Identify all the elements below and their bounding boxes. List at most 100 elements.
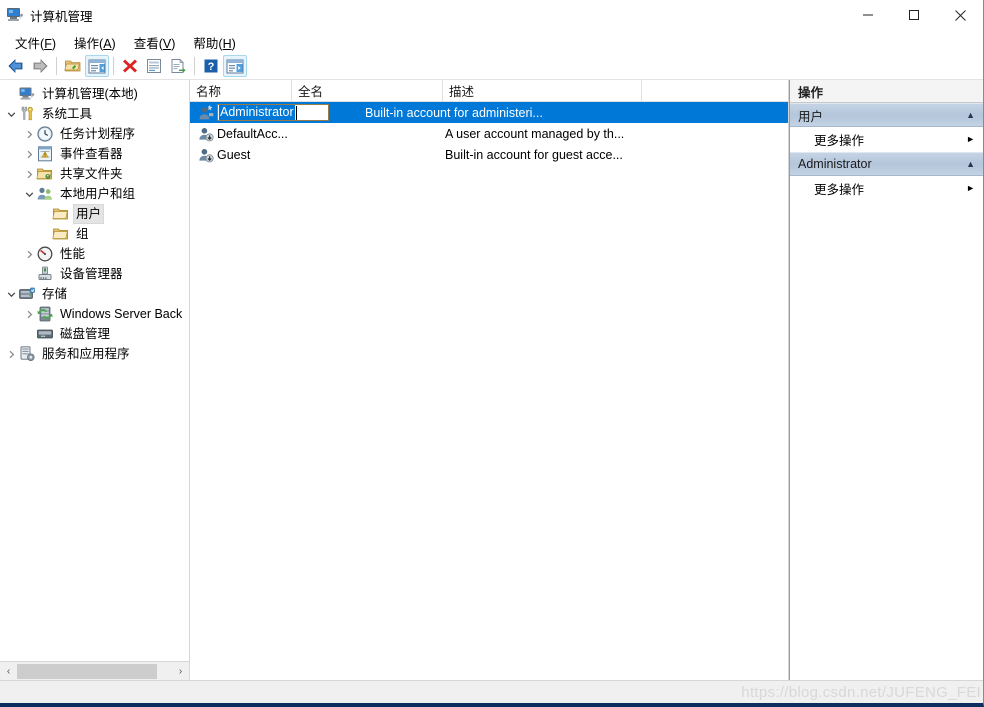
toolbar: ? [0,53,983,80]
performance-icon [36,245,54,263]
scrollbar-track[interactable] [17,663,172,680]
properties-button[interactable] [142,55,166,77]
tree-item-performance[interactable]: 性能 [0,244,189,264]
column-header-blank[interactable] [642,80,788,101]
chevron-right-icon[interactable] [22,244,36,264]
scroll-right-arrow-icon[interactable]: › [172,663,189,680]
menu-help-label: 帮助 [193,37,218,51]
tree-item-label: 任务计划程序 [57,125,138,143]
tree-item-users[interactable]: 用户 [0,204,189,224]
tree-item-disk-management[interactable]: 磁盘管理 [0,324,189,344]
task-scheduler-icon [36,125,54,143]
tree-item-windows-server-backup[interactable]: Windows Server Back [0,304,189,324]
caption-buttons [845,0,983,30]
menu-help[interactable]: 帮助(H) [184,31,244,54]
storage-icon [18,285,36,303]
tree-item-label: 服务和应用程序 [39,345,133,363]
title-bar: 计算机管理 [0,0,983,31]
actions-pane: 操作 用户 ▲ 更多操作 ► Administrator ▲ 更多操作 ► [789,80,983,680]
local-users-groups-icon [36,185,54,203]
actions-section-header-administrator[interactable]: Administrator ▲ [790,152,983,176]
submenu-arrow-icon: ► [966,134,975,144]
folder-icon [52,205,70,223]
table-row[interactable]: Administrator Built-in account for admin… [190,102,788,123]
tree-item-groups[interactable]: 组 [0,224,189,244]
tree-item-services-and-applications[interactable]: 服务和应用程序 [0,344,189,364]
toolbar-separator [113,57,114,75]
scroll-left-arrow-icon[interactable]: ‹ [0,663,17,680]
scrollbar-thumb[interactable] [17,664,157,679]
computer-icon [18,85,36,103]
tree-horizontal-scrollbar[interactable]: ‹ › [0,661,189,680]
shared-folders-icon [36,165,54,183]
forward-button[interactable] [28,55,52,77]
column-header-description[interactable]: 描述 [443,80,642,101]
cell-description[interactable]: Built-in account for administeri... [365,106,543,120]
column-header-fullname[interactable]: 全名 [292,80,443,101]
cell-name[interactable]: Administrator [190,104,329,121]
minimize-button[interactable] [845,0,891,30]
table-row[interactable]: DefaultAcc... A user account managed by … [190,123,788,144]
delete-button[interactable] [118,55,142,77]
tree-item-label: 共享文件夹 [57,165,126,183]
list-column-headers: 名称 全名 描述 [190,80,788,102]
action-item-label: 更多操作 [814,179,966,198]
export-list-button[interactable] [166,55,190,77]
menu-view[interactable]: 查看(V) [125,31,185,54]
tree-item-label: 存储 [39,285,70,303]
tree-item-label: 本地用户和组 [57,185,138,203]
tree-item-label: 事件查看器 [57,145,126,163]
column-header-name[interactable]: 名称 [190,80,292,101]
back-button[interactable] [4,55,28,77]
console-tree: 计算机管理(本地) 系统工具 [0,80,189,661]
chevron-down-icon[interactable] [22,184,36,204]
close-button[interactable] [937,0,983,30]
action-item-more-actions-administrator[interactable]: 更多操作 ► [790,176,983,201]
chevron-right-icon[interactable] [22,144,36,164]
tree-item-event-viewer[interactable]: 事件查看器 [0,144,189,164]
collapse-chevron-icon[interactable]: ▲ [966,110,975,120]
menu-action-accel: A [103,37,111,51]
collapse-chevron-icon[interactable]: ▲ [966,159,975,169]
cell-name[interactable]: Guest [190,147,345,163]
tree-item-label: 磁盘管理 [57,325,113,343]
chevron-right-icon[interactable] [22,304,36,324]
actions-section-label: 用户 [798,106,966,125]
show-hide-tree-button[interactable] [85,55,109,77]
chevron-right-icon[interactable] [22,164,36,184]
rename-input[interactable]: Administrator [217,104,329,121]
show-action-pane-button[interactable] [223,55,247,77]
actions-section-header-users[interactable]: 用户 ▲ [790,103,983,127]
tree-item-computer-management[interactable]: 计算机管理(本地) [0,84,189,104]
menu-file-accel: F [44,37,52,51]
tree-item-label: 计算机管理(本地) [39,85,141,103]
cell-name[interactable]: DefaultAcc... [190,126,345,142]
menu-file-label: 文件 [15,37,40,51]
table-row[interactable]: Guest Built-in account for guest acce... [190,144,788,165]
tree-item-task-scheduler[interactable]: 任务计划程序 [0,124,189,144]
tree-item-shared-folders[interactable]: 共享文件夹 [0,164,189,184]
chevron-down-icon[interactable] [4,104,18,124]
tree-item-local-users-and-groups[interactable]: 本地用户和组 [0,184,189,204]
tree-item-label: 性能 [57,245,88,263]
action-item-more-actions-users[interactable]: 更多操作 ► [790,127,983,152]
tree-item-system-tools[interactable]: 系统工具 [0,104,189,124]
cell-description[interactable]: A user account managed by th... [445,127,624,141]
chevron-down-icon[interactable] [4,284,18,304]
system-tools-icon [18,105,36,123]
tree-item-device-manager[interactable]: 设备管理器 [0,264,189,284]
cell-description[interactable]: Built-in account for guest acce... [445,148,623,162]
chevron-right-icon[interactable] [4,344,18,364]
menu-action[interactable]: 操作(A) [65,31,125,54]
menu-view-label: 查看 [134,37,159,51]
disk-management-icon [36,325,54,343]
up-folder-button[interactable] [61,55,85,77]
toolbar-separator [56,57,57,75]
menu-view-accel: V [163,37,171,51]
event-viewer-icon [36,145,54,163]
help-button[interactable]: ? [199,55,223,77]
chevron-right-icon[interactable] [22,124,36,144]
menu-file[interactable]: 文件(F) [6,31,65,54]
maximize-button[interactable] [891,0,937,30]
tree-item-storage[interactable]: 存储 [0,284,189,304]
